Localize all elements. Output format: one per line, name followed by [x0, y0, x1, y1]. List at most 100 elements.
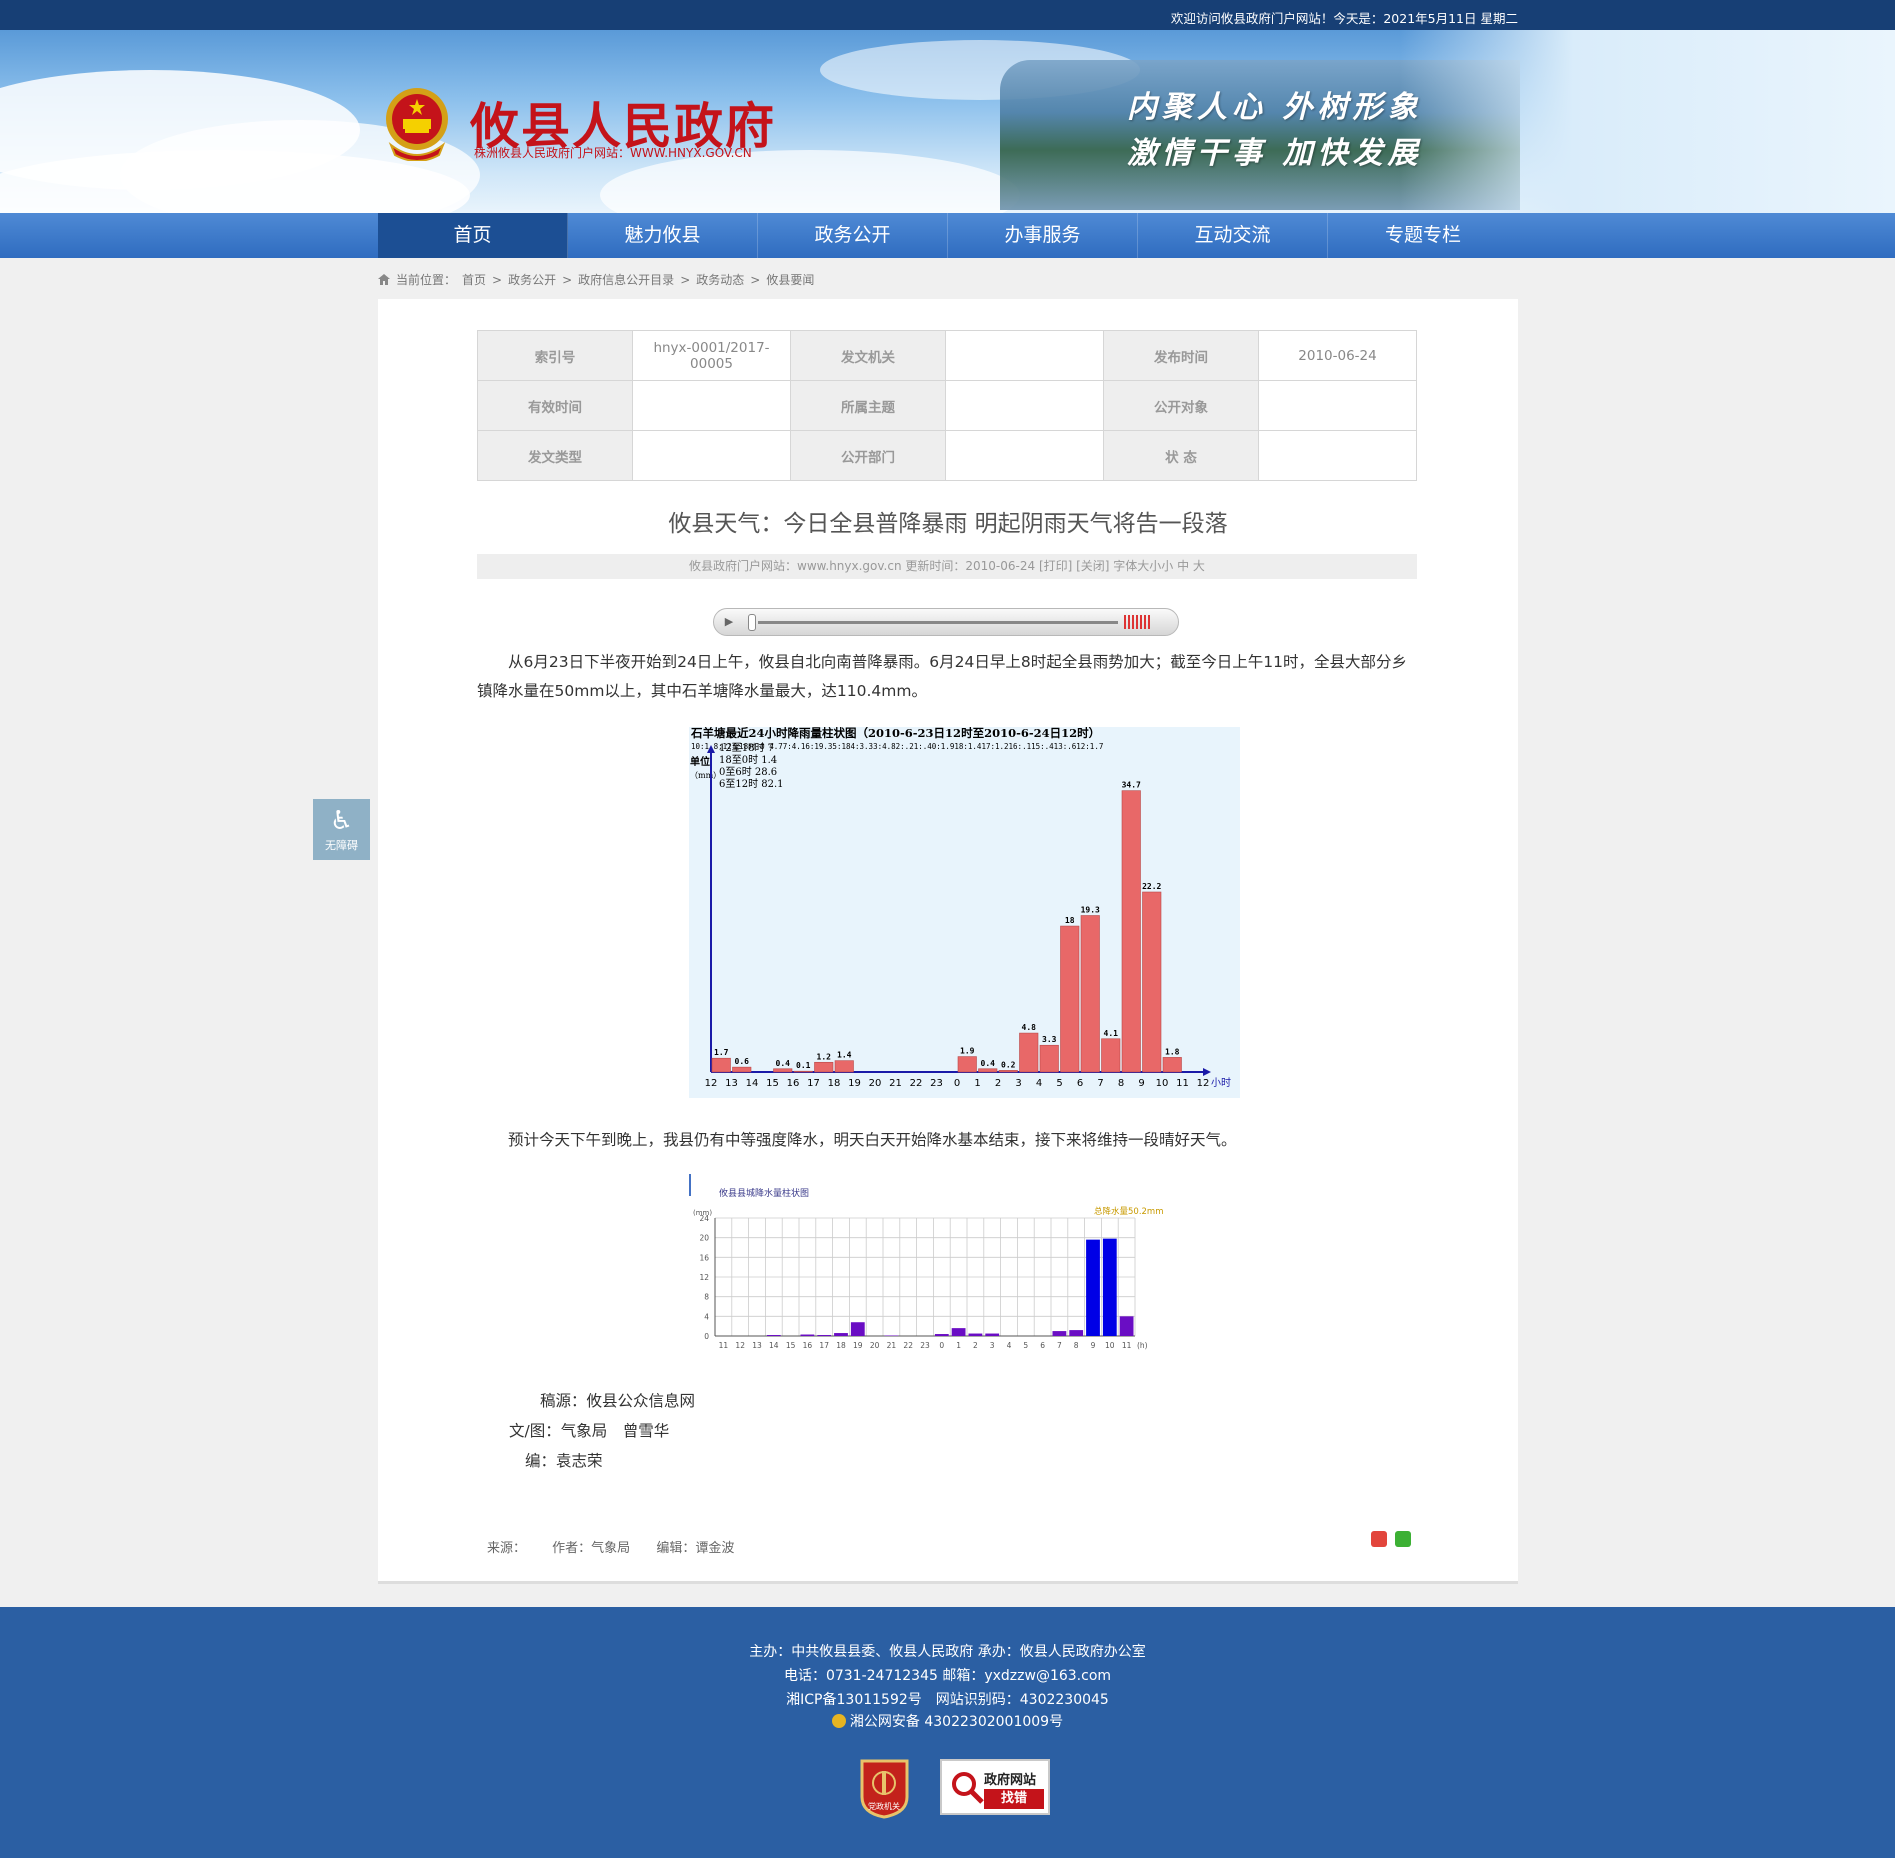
chart1-x-tick: 15: [766, 1078, 779, 1089]
nav-item-services[interactable]: 办事服务: [948, 213, 1138, 258]
chart1-data-label: 0.6: [735, 1057, 750, 1066]
breadcrumb-item-news-dynamics[interactable]: 政务动态: [696, 271, 744, 288]
chart2-x-tick: 14: [769, 1341, 779, 1350]
chart2-x-tick: 21: [887, 1341, 897, 1350]
type-value: [632, 430, 791, 481]
chart1-bar: [957, 1056, 977, 1073]
date-label: 发布时间: [1103, 330, 1259, 381]
chart2-y-tick: 24: [699, 1214, 709, 1223]
chart1-data-label: 0.4: [981, 1059, 996, 1068]
topic-value: [945, 380, 1104, 431]
breadcrumb-sep: >: [750, 272, 761, 287]
magnifier-icon: [952, 1772, 984, 1804]
seek-track[interactable]: [758, 621, 1118, 624]
chart2-x-tick: 7: [1057, 1341, 1062, 1350]
chart1-xlabel: 小时: [1211, 1077, 1231, 1089]
chart1-bar: [1019, 1032, 1039, 1073]
chart2-bar: [817, 1335, 832, 1336]
party-gov-badge-icon[interactable]: 党政机关: [858, 1757, 911, 1819]
chart2-y-tick: 4: [704, 1312, 709, 1321]
footer-source: 来源：: [487, 1541, 527, 1556]
seek-handle[interactable]: [748, 614, 756, 631]
accessibility-button[interactable]: ♿ 无障碍: [313, 799, 370, 860]
footer-icp[interactable]: 湘ICP备13011592号 网站识别码：4302230045: [0, 1689, 1895, 1709]
chart1-ylabel: 单位: [690, 755, 710, 768]
play-icon[interactable]: ▶: [719, 613, 739, 631]
welcome-text: 欢迎访问攸县政府门户网站！今天是：2021年5月11日 星期二: [1170, 11, 1518, 26]
article-paragraph-2: 预计今天下午到晚上，我县仍有中等强度降水，明天白天开始降水基本结束，接下来将维持…: [508, 1131, 1237, 1149]
site-subtitle: 株洲攸县人民政府门户网站：WWW.HNYX.GOV.CN: [474, 146, 752, 160]
chart2-x-tick: 4: [1007, 1341, 1012, 1350]
nav-item-topics[interactable]: 专题专栏: [1328, 213, 1518, 258]
chart1-bar: [1080, 915, 1100, 1073]
chart1-data-label: 1.8: [1165, 1047, 1180, 1056]
chart2-x-tick: 22: [903, 1341, 913, 1350]
chart1-data-label: 0.4: [776, 1059, 791, 1068]
chart1-data-label: 1.7: [714, 1048, 729, 1057]
nav-item-home[interactable]: 首页: [378, 213, 568, 258]
chart2-x-tick: 13: [752, 1341, 762, 1350]
chart2-x-tick: 10: [1105, 1341, 1115, 1350]
chart2-bar: [968, 1333, 983, 1336]
chart2-bar: [1086, 1239, 1100, 1336]
chart1-data-label: 0.2: [1001, 1060, 1016, 1069]
breadcrumb-sep: >: [680, 272, 691, 287]
chart1-bar: [1039, 1044, 1059, 1073]
chart1-bar: [711, 1057, 731, 1073]
date-value: 2010-06-24: [1258, 330, 1417, 381]
breadcrumb-item-gov-affairs[interactable]: 政务公开: [508, 271, 556, 288]
nav-item-interaction[interactable]: 互动交流: [1138, 213, 1328, 258]
breadcrumb-item-county-news[interactable]: 攸县要闻: [766, 271, 814, 288]
weibo-share-icon[interactable]: [1371, 1531, 1387, 1547]
audio-player[interactable]: ▶: [713, 608, 1179, 636]
chart1-ylabel-unit: （mm）: [690, 771, 721, 780]
chart2-x-tick: 19: [853, 1341, 863, 1350]
chart2-bar: [1102, 1238, 1117, 1336]
chart2-title: 攸县县城降水量柱状图: [719, 1187, 809, 1199]
chart2-x-tick: 23: [920, 1341, 930, 1350]
chart2-x-tick: 2: [973, 1341, 978, 1350]
nav-item-gov-affairs[interactable]: 政务公开: [758, 213, 948, 258]
chart2-x-tick: 12: [735, 1341, 745, 1350]
chart1-data-label: 1.9: [960, 1047, 975, 1056]
chart1-bar: [1101, 1038, 1121, 1073]
nav-item-charm[interactable]: 魅力攸县: [568, 213, 758, 258]
chart2-x-tick: 9: [1091, 1341, 1096, 1350]
chart2-annotation: 总降水量50.2mm: [1094, 1206, 1164, 1217]
party-badge-text: 党政机关: [868, 1801, 900, 1811]
breadcrumb-prefix: 当前位置：: [396, 273, 457, 287]
chart1-bar: [732, 1066, 752, 1073]
slogan-line-2: 激情干事 加快发展: [1127, 136, 1423, 171]
chart1-data-label: 1.4: [837, 1051, 852, 1060]
chart2-bar: [766, 1335, 781, 1336]
chart1-x-tick: 6: [1077, 1078, 1083, 1089]
breadcrumb-item-home[interactable]: 首页: [462, 271, 486, 288]
chart1-x-tick: 0: [954, 1078, 960, 1089]
credit-author: 文/图：气象局 曾雪华: [509, 1422, 670, 1440]
header-banner: 攸县人民政府 株洲攸县人民政府门户网站：WWW.HNYX.GOV.CN 内聚人心…: [0, 30, 1895, 213]
accessibility-label: 无障碍: [325, 839, 358, 852]
wechat-share-icon[interactable]: [1395, 1531, 1411, 1547]
chart2-y-tick: 16: [699, 1253, 709, 1262]
chart1-bar: [834, 1060, 854, 1073]
table-row: 发文类型 公开部门 状 态: [477, 430, 1417, 481]
footer-author: 作者：气象局: [552, 1541, 631, 1556]
audience-label: 公开对象: [1103, 380, 1259, 431]
issuer-value: [945, 330, 1104, 381]
gov-site-error-report-badge[interactable]: 政府网站 找错: [940, 1759, 1050, 1815]
chart1-x-tick: 2: [995, 1078, 1001, 1089]
chart2-x-tick: 17: [819, 1341, 829, 1350]
police-badge-icon: [831, 1714, 846, 1728]
chart1-x-tick: 10: [1156, 1078, 1169, 1089]
valid-label: 有效时间: [477, 380, 633, 431]
breadcrumb-item-catalog[interactable]: 政府信息公开目录: [578, 271, 674, 288]
footer-sponsor: 主办：中共攸县县委、攸县人民政府 承办：攸县人民政府办公室: [749, 1644, 1146, 1660]
chart1-x-tick: 1: [974, 1078, 980, 1089]
chart1-x-tick: 12: [705, 1078, 718, 1089]
breadcrumb-sep: >: [492, 272, 503, 287]
chart2-y-tick: 20: [699, 1234, 709, 1243]
footer-police-record[interactable]: 湘公网安备 43022302001009号: [0, 1711, 1895, 1731]
article-panel: 索引号 hnyx-0001/2017-00005 发文机关 发布时间 2010-…: [378, 299, 1518, 1584]
volume-icon[interactable]: [1124, 615, 1150, 629]
chart1-x-tick: 20: [869, 1078, 882, 1089]
